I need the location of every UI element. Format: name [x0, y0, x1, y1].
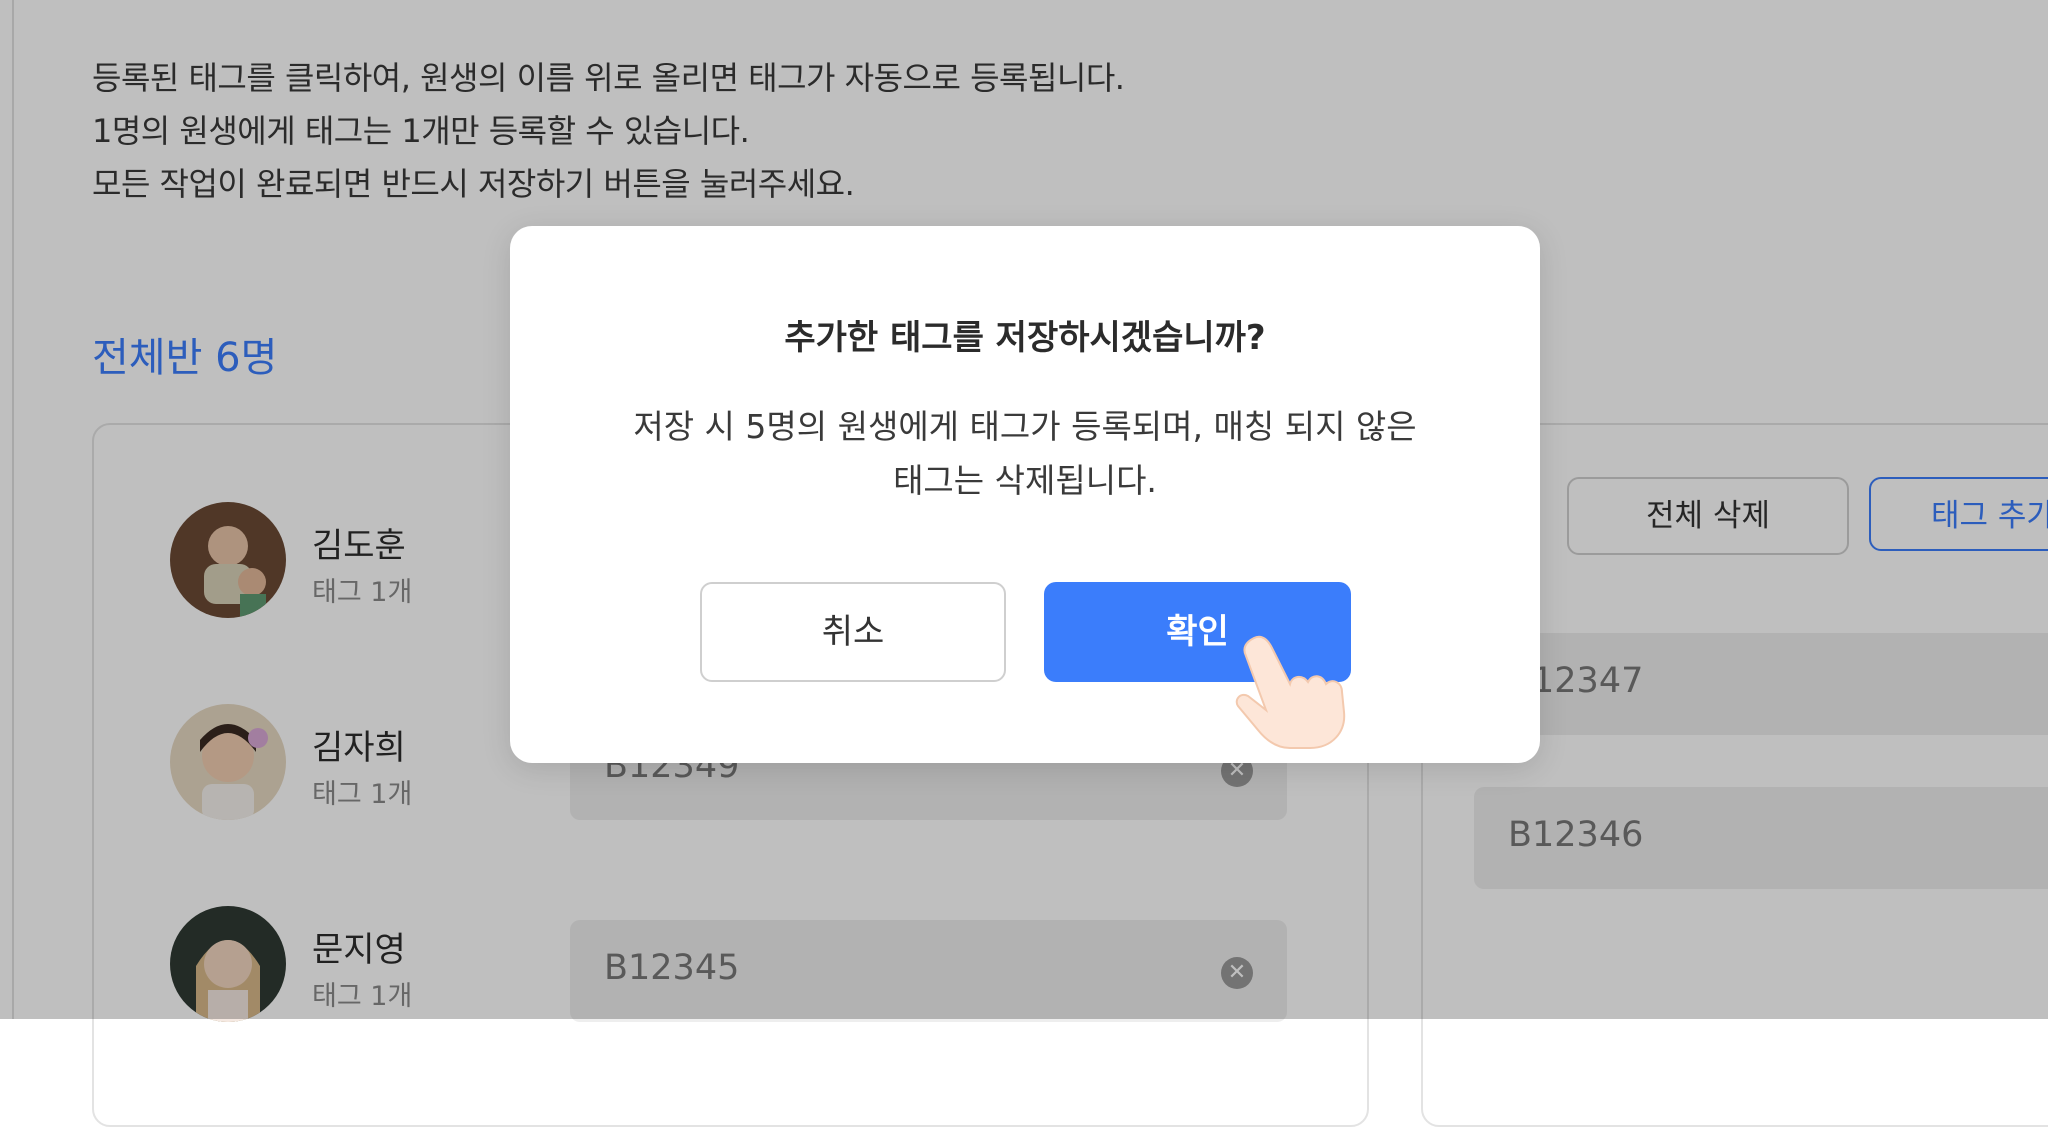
- dialog-message-line: 태그는 삭제됩니다.: [893, 461, 1157, 500]
- save-confirm-dialog: 추가한 태그를 저장하시겠습니까? 저장 시 5명의 원생에게 태그가 등록되며…: [510, 226, 1540, 763]
- tag-management-page: 등록된 태그를 클릭하여, 원생의 이름 위로 올리면 태그가 자동으로 등록됩…: [0, 0, 2048, 1127]
- dialog-message-line: 저장 시 5명의 원생에게 태그가 등록되며, 매칭 되지 않은: [633, 407, 1417, 446]
- cancel-button[interactable]: 취소: [700, 582, 1006, 682]
- pointer-hand-icon: [1232, 632, 1362, 752]
- dialog-title: 추가한 태그를 저장하시겠습니까?: [784, 318, 1266, 358]
- dialog-message: 저장 시 5명의 원생에게 태그가 등록되며, 매칭 되지 않은 태그는 삭제됩…: [570, 400, 1480, 508]
